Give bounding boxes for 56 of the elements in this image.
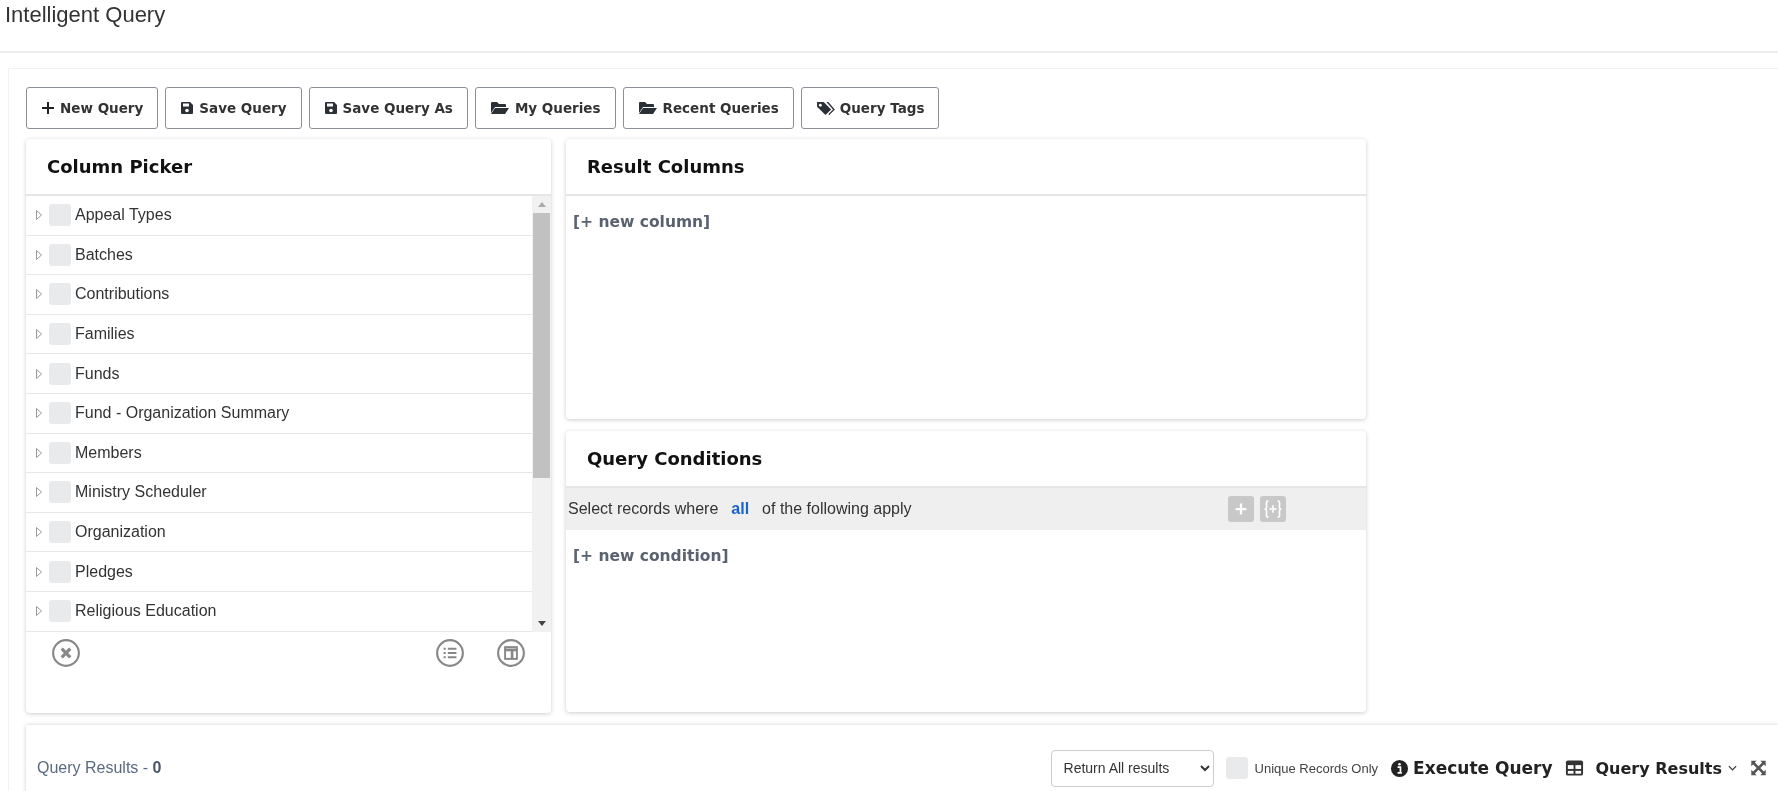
new-column-link[interactable]: [+ new column] bbox=[573, 213, 711, 231]
toolbar-button[interactable]: Recent Queries bbox=[622, 87, 794, 129]
return-select[interactable]: Return All results bbox=[1050, 749, 1214, 787]
expand-arrow-icon[interactable] bbox=[35, 367, 43, 380]
toolbar-button[interactable]: Save Query As bbox=[308, 87, 468, 129]
add-condition-button[interactable] bbox=[1228, 496, 1254, 522]
results-count: Query Results - 0 bbox=[37, 759, 162, 777]
page-title: Intelligent Query bbox=[5, 2, 166, 28]
expand-arrow-icon[interactable] bbox=[35, 407, 43, 420]
condition-text: of the following apply bbox=[762, 500, 912, 518]
tree-item[interactable]: Pledges bbox=[75, 562, 133, 581]
tree-item[interactable]: Ministry Scheduler bbox=[75, 483, 207, 502]
panel-title: Column Picker bbox=[26, 139, 551, 196]
folder-icon bbox=[489, 101, 510, 115]
expand-arrow-icon[interactable] bbox=[35, 446, 43, 459]
expand-arrow-icon[interactable] bbox=[35, 605, 43, 618]
tree-item[interactable]: Religious Education bbox=[75, 602, 217, 621]
tags-icon bbox=[815, 100, 835, 116]
expand-arrow-icon[interactable] bbox=[35, 328, 43, 341]
execute-query-button[interactable]: Execute Query bbox=[1390, 758, 1553, 778]
table-icon[interactable] bbox=[1564, 759, 1584, 777]
panel-title: Result Columns bbox=[566, 139, 1366, 196]
tree-item[interactable]: Families bbox=[75, 325, 135, 344]
plus-icon bbox=[41, 101, 55, 115]
folder-icon bbox=[637, 101, 658, 115]
expand-arrow-icon[interactable] bbox=[35, 526, 43, 539]
toolbar-button[interactable]: New Query bbox=[26, 87, 159, 129]
braces-plus-icon bbox=[1262, 498, 1284, 520]
expand-arrow-icon[interactable] bbox=[35, 209, 43, 222]
add-group-button[interactable] bbox=[1260, 496, 1286, 522]
tree-item[interactable]: Organization bbox=[75, 523, 166, 542]
tree-item[interactable]: Appeal Types bbox=[75, 206, 172, 225]
info-icon bbox=[1390, 758, 1410, 778]
scrollbar[interactable] bbox=[532, 196, 551, 632]
toolbar-button[interactable]: Save Query bbox=[165, 87, 302, 129]
tree-item[interactable]: Members bbox=[75, 443, 142, 462]
condition-text: Select records where bbox=[568, 500, 719, 518]
tree-item[interactable]: Funds bbox=[75, 364, 120, 383]
checkbox-label: Unique Records Only bbox=[1254, 760, 1379, 776]
tree-item[interactable]: Contributions bbox=[75, 285, 170, 304]
expand-arrow-icon[interactable] bbox=[35, 486, 43, 499]
expand-arrow-icon[interactable] bbox=[35, 288, 43, 301]
query-results-dropdown[interactable]: Query Results bbox=[1595, 758, 1737, 778]
toolbar-button[interactable]: Query Tags bbox=[800, 87, 940, 129]
expand-arrow-icon[interactable] bbox=[35, 565, 43, 578]
tree-item[interactable]: Batches bbox=[75, 245, 133, 264]
toolbar-button[interactable]: My Queries bbox=[474, 87, 616, 129]
expand-arrow-icon[interactable] bbox=[35, 248, 43, 261]
caret-icon bbox=[1728, 765, 1737, 771]
list-icon[interactable] bbox=[435, 638, 465, 668]
operator-link[interactable]: all bbox=[731, 500, 750, 518]
tree-item[interactable]: Fund - Organization Summary bbox=[75, 404, 290, 423]
new-condition-link[interactable]: [+ new condition] bbox=[573, 547, 729, 565]
layout-icon[interactable] bbox=[496, 638, 526, 668]
clear-icon[interactable] bbox=[51, 638, 81, 668]
expand-icon[interactable] bbox=[1749, 759, 1768, 777]
